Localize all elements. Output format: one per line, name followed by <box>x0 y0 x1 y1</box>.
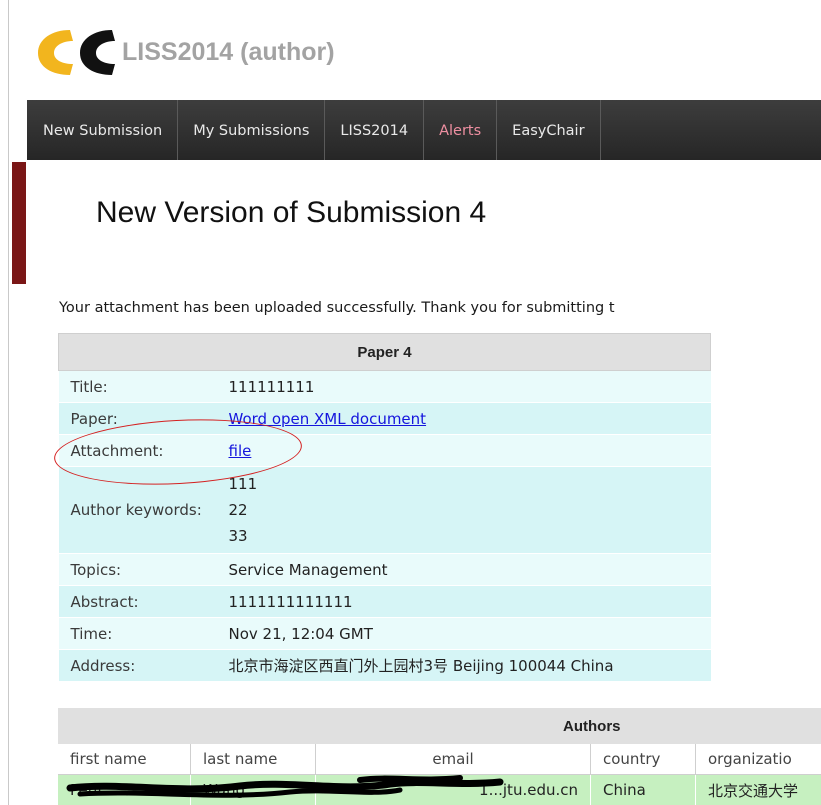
column-header: last name <box>190 744 316 775</box>
keyword-item: 22 <box>228 501 248 519</box>
time-value: Nov 21, 12:04 GMT <box>216 617 711 650</box>
table-header-row: first name last name email country organ… <box>58 744 821 775</box>
nav-new-submission[interactable]: New Submission <box>27 100 179 160</box>
redaction-scribble <box>66 775 504 798</box>
table-row: Abstract: 1111111111111 <box>58 585 711 618</box>
table-row: Address: 北京市海淀区西直门外上园村3号 Beijing 100044 … <box>58 649 711 682</box>
address-value: 北京市海淀区西直门外上园村3号 Beijing 100044 China <box>216 649 711 682</box>
table-row: Time: Nov 21, 12:04 GMT <box>58 617 711 650</box>
author-organization: 北京交通大学 <box>695 774 821 805</box>
page-left-border <box>8 0 9 805</box>
title-label: Title: <box>58 370 217 403</box>
app-title: LISS2014 (author) <box>122 38 335 66</box>
easychair-logo[interactable] <box>30 24 116 80</box>
nav-conference[interactable]: LISS2014 <box>325 100 425 160</box>
topics-value: Service Management <box>216 553 711 586</box>
column-header: first name <box>58 744 191 775</box>
address-label: Address: <box>58 649 217 682</box>
column-header: country <box>590 744 696 775</box>
accent-bar <box>12 162 26 284</box>
topics-label: Topics: <box>58 553 217 586</box>
page-title: New Version of Submission 4 <box>96 196 487 229</box>
time-label: Time: <box>58 617 217 650</box>
author-country: China <box>590 774 696 805</box>
paper-details-table: Paper 4 Title: 111111111 Paper: Word ope… <box>58 333 711 682</box>
nav-alerts[interactable]: Alerts <box>424 100 498 160</box>
table-row: Topics: Service Management <box>58 553 711 586</box>
nav-my-submissions[interactable]: My Submissions <box>178 100 326 160</box>
paper-table-caption: Paper 4 <box>58 333 711 371</box>
abstract-label: Abstract: <box>58 585 217 618</box>
keyword-item: 111 <box>228 475 258 493</box>
title-value: 111111111 <box>216 370 711 403</box>
keyword-item: 33 <box>228 527 248 545</box>
nav-easychair[interactable]: EasyChair <box>497 100 601 160</box>
main-navbar: New Submission My Submissions LISS2014 A… <box>27 100 821 160</box>
table-row: Title: 111111111 <box>58 370 711 403</box>
authors-table-caption: Authors <box>58 708 821 744</box>
abstract-value: 1111111111111 <box>216 585 711 618</box>
success-message: Your attachment has been uploaded succes… <box>59 300 615 316</box>
column-header: organizatio <box>695 744 821 775</box>
column-header: email <box>315 744 591 775</box>
